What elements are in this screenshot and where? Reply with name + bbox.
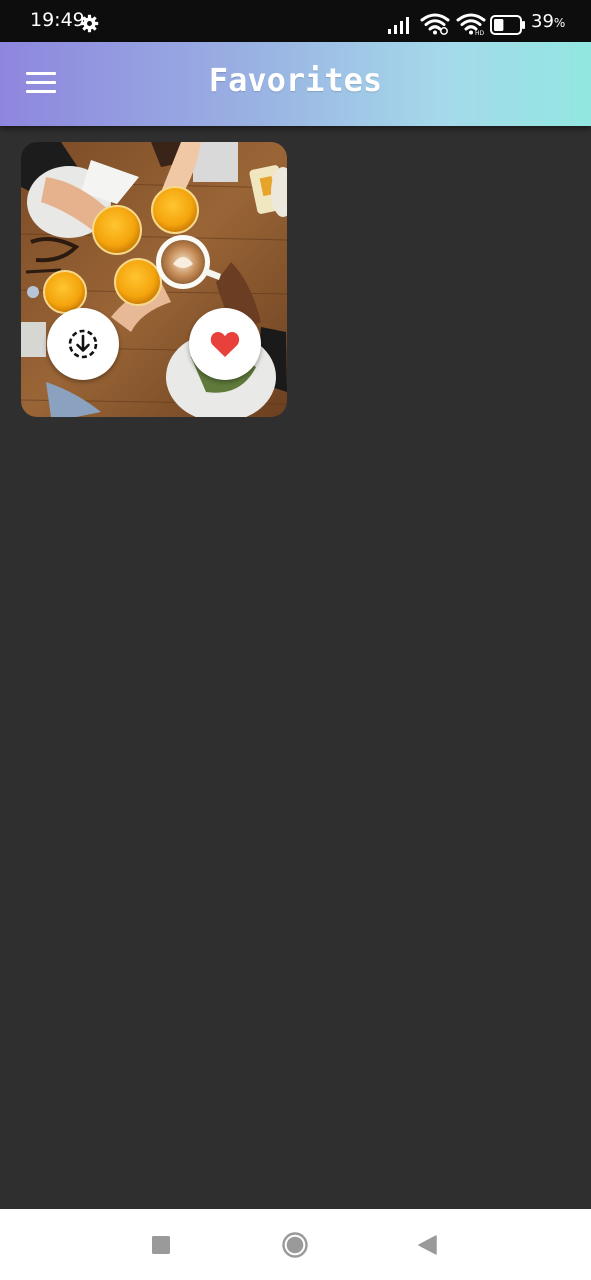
app-bar: Favorites (0, 42, 591, 126)
recent-apps-icon[interactable] (151, 1235, 171, 1255)
download-icon (68, 329, 98, 359)
favorite-button[interactable] (189, 308, 261, 380)
home-icon[interactable] (281, 1231, 309, 1259)
wifi-call-icon: HD (456, 13, 486, 36)
download-button[interactable] (47, 308, 119, 380)
svg-text:HD: HD (475, 30, 485, 36)
brunch-drinks-photo (21, 142, 287, 417)
gear-icon (80, 14, 99, 33)
wifi-icon (420, 13, 450, 35)
back-icon[interactable] (416, 1234, 438, 1256)
battery-percent: 39% (531, 11, 566, 32)
status-bar: 19:49 HD 39% (0, 0, 591, 42)
favorite-card[interactable] (21, 142, 287, 417)
system-nav-bar (0, 1209, 591, 1280)
battery-icon (490, 15, 525, 35)
page-title: Favorites (208, 61, 383, 99)
status-time: 19:49 (30, 9, 85, 31)
heart-icon (210, 332, 240, 357)
signal-icon (388, 17, 409, 34)
